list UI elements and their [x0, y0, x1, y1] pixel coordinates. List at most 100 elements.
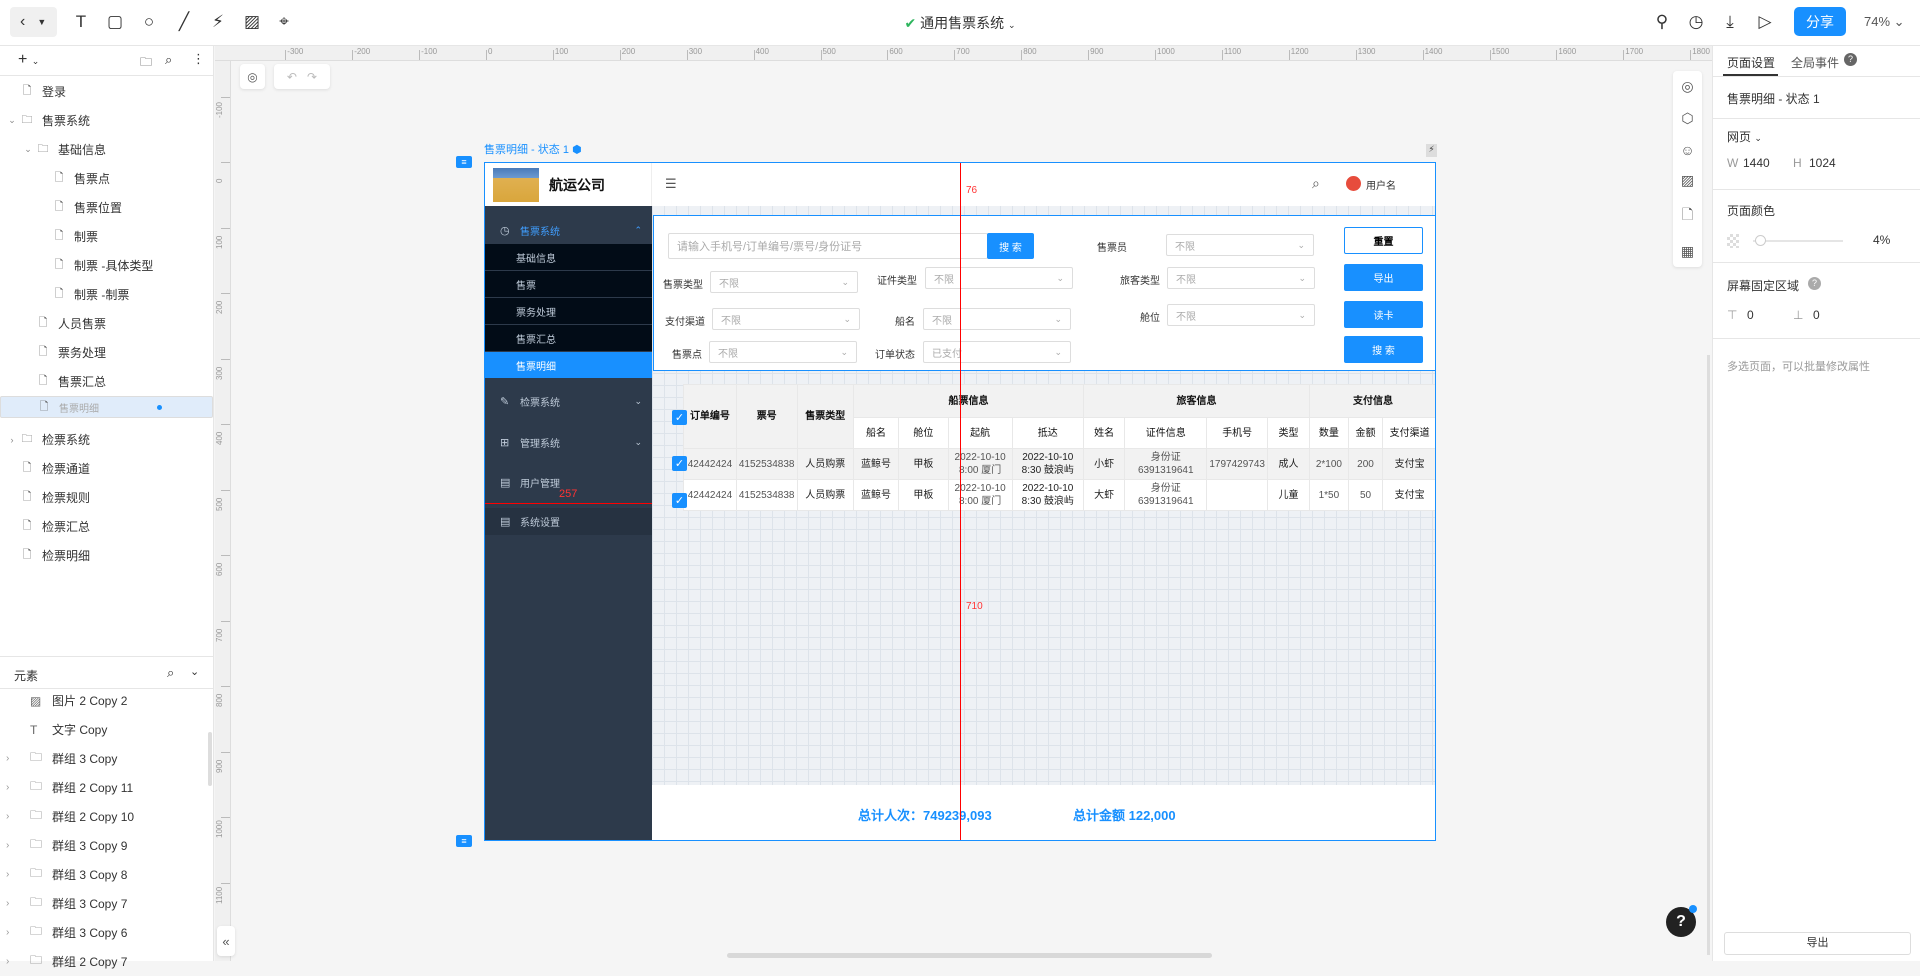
page-tree-item[interactable]: 🗋 检票明细	[0, 541, 213, 570]
select-6[interactable]: 不限 ⌄	[1167, 304, 1315, 326]
nav-sub-item[interactable]: 售票汇总	[485, 325, 652, 351]
color-swatch[interactable]	[1727, 234, 1739, 248]
page-tree-item[interactable]: 🗋 检票规则	[0, 483, 213, 512]
select-8[interactable]: 已支付 ⌄	[923, 341, 1071, 363]
element-item[interactable]: › 🗀 群组 3 Copy 9	[0, 831, 210, 860]
select-3[interactable]: 不限 ⌄	[1167, 267, 1315, 289]
element-item[interactable]: › 🗀 群组 2 Copy 10	[0, 802, 210, 831]
column-header[interactable]: 船名	[853, 417, 899, 449]
page-tree-item[interactable]: ⌄ 🗀 基础信息	[0, 135, 213, 164]
page-tree-item[interactable]: 🗋 检票汇总	[0, 512, 213, 541]
back-button[interactable]: ‹ ▼	[10, 7, 57, 37]
column-header[interactable]: 证件信息	[1124, 417, 1208, 449]
play-icon[interactable]: ▷	[1753, 10, 1777, 34]
artboard[interactable]: 航运公司 ◷ 售票系统 ⌃ 基础信息 售票 票务处理 售票汇总 售票明细 ✎ 检票系统 ⌄ ⊞ 管…	[484, 162, 1436, 841]
search-icon[interactable]: ⌕	[165, 52, 172, 68]
column-header[interactable]: 抵达	[1011, 417, 1085, 449]
layout-icon[interactable]: ▦	[1681, 243, 1694, 260]
column-header[interactable]: 支付渠道	[1382, 417, 1435, 449]
target-icon[interactable]: ◎	[240, 64, 265, 89]
nav-check-system[interactable]: ✎ 检票系统 ⌄	[485, 388, 652, 415]
tab-global-events[interactable]: 全局事件	[1791, 54, 1839, 71]
chevron-down-icon[interactable]: ⌄	[22, 144, 34, 155]
line-tool-icon[interactable]: ╱	[172, 10, 196, 34]
help-icon[interactable]: ?	[1808, 277, 1821, 290]
height-input[interactable]: 1024	[1809, 156, 1836, 170]
circle-tool-icon[interactable]: ○	[137, 10, 161, 34]
chevron-right-icon[interactable]: ›	[6, 753, 18, 764]
nav-sub-item[interactable]: 售票	[485, 271, 652, 297]
column-header[interactable]: 手机号	[1206, 417, 1268, 449]
page-tree-item[interactable]: 🗋 制票 -制票	[0, 280, 213, 309]
chevron-right-icon[interactable]: ›	[6, 869, 18, 880]
tab-page-settings[interactable]: 页面设置	[1727, 54, 1775, 71]
page-tree-item[interactable]: 🗋 售票点	[0, 164, 213, 193]
scrollbar[interactable]	[208, 732, 212, 786]
column-header[interactable]: 票号	[735, 384, 798, 449]
nav-sub-item[interactable]: 基础信息	[485, 244, 652, 270]
element-item[interactable]: › 🗀 群组 2 Copy 7	[0, 947, 210, 976]
row-checkbox[interactable]: ✓	[672, 456, 687, 471]
location-tool-icon[interactable]: ⌖	[272, 10, 296, 34]
chevron-right-icon[interactable]: ›	[6, 927, 18, 938]
table-row[interactable]: 42442424 4152534838 人员购票 蓝鲸号 甲板 2022-10-10 8:…	[683, 448, 1435, 480]
add-user-icon[interactable]: ⚲	[1650, 10, 1674, 34]
column-header[interactable]: 数量	[1309, 417, 1349, 449]
element-item[interactable]: ▨ 图片 2 Copy 2	[0, 686, 210, 715]
chevron-right-icon[interactable]: ›	[6, 898, 18, 909]
page-tree-item[interactable]: 🗋 售票明细	[0, 396, 213, 418]
component-icon[interactable]: ⬡	[1681, 110, 1693, 127]
element-item[interactable]: T 文字 Copy	[0, 715, 210, 744]
search-button[interactable]: 搜 索	[987, 233, 1034, 259]
avatar[interactable]	[1346, 176, 1361, 191]
column-header[interactable]: 姓名	[1083, 417, 1126, 449]
nav-sub-item[interactable]: 票务处理	[485, 298, 652, 324]
chevron-right-icon[interactable]: ›	[6, 840, 18, 851]
nav-manage-system[interactable]: ⊞ 管理系统 ⌄	[485, 429, 652, 456]
fixed-bottom-input[interactable]: 0	[1813, 308, 1820, 322]
folder-icon[interactable]: 🗀	[140, 53, 152, 74]
page-tree-item[interactable]: 🗋 售票汇总	[0, 367, 213, 396]
select-2[interactable]: 不限 ⌄	[925, 267, 1073, 289]
element-item[interactable]: › 🗀 群组 3 Copy 6	[0, 918, 210, 947]
download-icon[interactable]: ⤓	[1718, 10, 1742, 34]
rectangle-tool-icon[interactable]: ▢	[103, 10, 127, 34]
row-checkbox[interactable]: ✓	[672, 493, 687, 508]
redo-icon[interactable]: ↷	[307, 70, 317, 84]
column-header[interactable]: 起航	[947, 417, 1013, 449]
chevron-down-icon[interactable]: ⌄	[6, 115, 18, 126]
page-type-dropdown[interactable]: 网页 ⌄	[1727, 128, 1762, 145]
image-icon[interactable]: ▨	[1681, 172, 1694, 189]
page-tree-item[interactable]: 🗋 制票	[0, 222, 213, 251]
table-row[interactable]: 42442424 4152534838 人员购票 蓝鲸号 甲板 2022-10-10 8:…	[683, 479, 1435, 511]
search-input[interactable]: 请输入手机号/订单编号/票号/身份证号	[668, 233, 988, 259]
history-icon[interactable]: ◷	[1684, 10, 1708, 34]
page-tree-item[interactable]: 🗋 登录	[0, 77, 213, 106]
page-tree-item[interactable]: 🗋 制票 -具体类型	[0, 251, 213, 280]
search-icon[interactable]: ⌕	[1312, 175, 1320, 192]
username[interactable]: 用户名	[1366, 177, 1396, 192]
page-tree-item[interactable]: ⌄ 🗀 售票系统	[0, 106, 213, 135]
undo-icon[interactable]: ↶	[287, 70, 297, 84]
collapse-panel-button[interactable]: «	[217, 926, 235, 956]
more-icon[interactable]: ⋮	[192, 51, 205, 67]
opacity-value[interactable]: 4%	[1873, 233, 1890, 247]
file-icon[interactable]: 🗋	[1682, 204, 1693, 228]
width-input[interactable]: 1440	[1743, 156, 1770, 170]
export-button[interactable]: 导出	[1344, 264, 1423, 291]
hotspot-tool-icon[interactable]: ⚡	[206, 10, 230, 34]
chevron-right-icon[interactable]: ›	[6, 956, 18, 967]
menu-toggle-icon[interactable]: ☰	[665, 176, 677, 192]
chevron-right-icon[interactable]: ›	[6, 782, 18, 793]
select-all-checkbox[interactable]: ✓	[672, 410, 687, 425]
page-tree-item[interactable]: 🗋 票务处理	[0, 338, 213, 367]
menu-handle-icon[interactable]: ≡	[456, 156, 472, 168]
zoom-level-dropdown[interactable]: 74% ⌄	[1864, 14, 1905, 30]
target-icon[interactable]: ◎	[1681, 78, 1693, 95]
text-tool-icon[interactable]: T	[69, 10, 93, 34]
menu-handle-icon[interactable]: ≡	[456, 835, 472, 847]
horizontal-scrollbar[interactable]	[727, 953, 1212, 958]
select-7[interactable]: 不限 ⌄	[709, 341, 857, 363]
interaction-icon[interactable]: ⚡	[1426, 144, 1437, 157]
search-icon[interactable]: ⌕	[167, 665, 174, 681]
